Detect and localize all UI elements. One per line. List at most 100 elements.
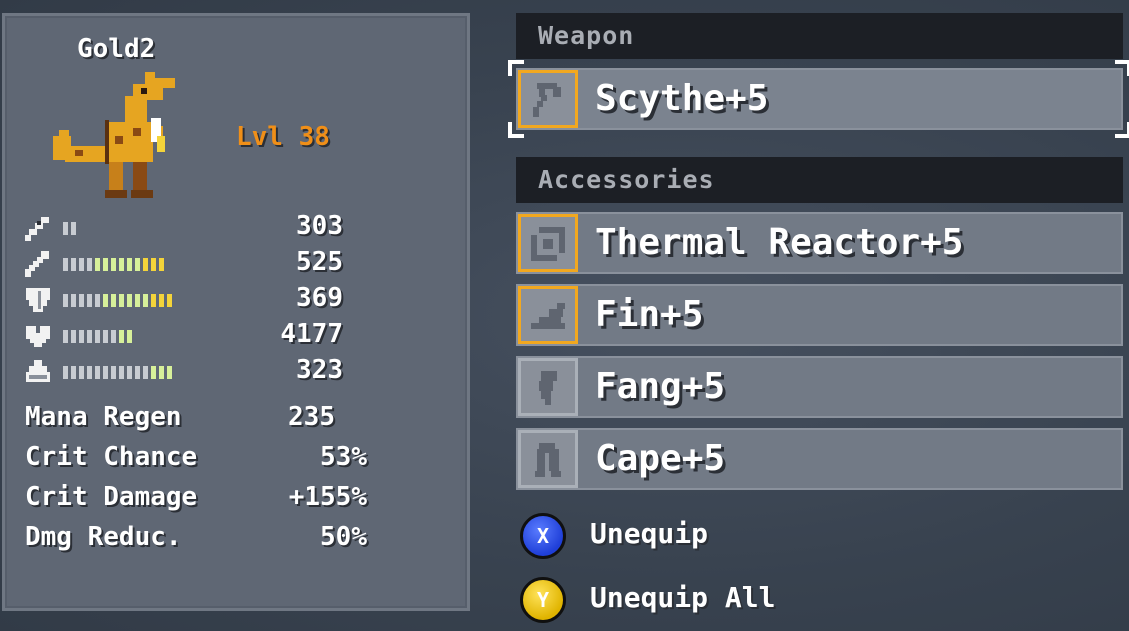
stat-bar-segment xyxy=(79,258,84,271)
stat-bar xyxy=(63,330,132,343)
accessory-slot-thermal-reactor[interactable]: Thermal Reactor+5 xyxy=(516,212,1123,274)
extra-stat-row: Crit Damage +155% xyxy=(23,482,367,518)
accessory-name: Fang+5 xyxy=(595,366,726,407)
unequip-all-action[interactable]: Y Unequip All xyxy=(520,577,880,623)
stat-bar-segment xyxy=(111,258,116,271)
stat-value: 303 xyxy=(296,211,343,241)
stat-bar-segment xyxy=(159,366,164,379)
unequip-label: Unequip xyxy=(590,517,709,550)
stat-bar-segment xyxy=(151,366,156,379)
extra-stat-row: Dmg Reduc. 50% xyxy=(23,522,367,558)
stat-bar-segment xyxy=(159,294,164,307)
accessory-slot-fin[interactable]: Fin+5 xyxy=(516,284,1123,346)
stat-bar-segment xyxy=(87,330,92,343)
stat-bar-segment xyxy=(63,294,68,307)
stat-bar-segment xyxy=(71,366,76,379)
stat-bar-segment xyxy=(111,366,116,379)
selection-corner xyxy=(508,122,524,138)
stat-bar-segment xyxy=(95,366,100,379)
stat-bar-segment xyxy=(103,294,108,307)
stat-bar-segment xyxy=(135,258,140,271)
stat-bar-segment xyxy=(87,366,92,379)
wand-icon xyxy=(23,249,53,279)
accessory-slot-cape[interactable]: Cape+5 xyxy=(516,428,1123,490)
stat-bar xyxy=(63,258,164,271)
stat-bar-segment xyxy=(151,294,156,307)
stat-row-attack: 303 xyxy=(23,211,343,245)
stat-value: 4177 xyxy=(280,319,343,349)
stat-bar-segment xyxy=(63,366,68,379)
extra-stat-row: Mana Regen 235 xyxy=(23,402,367,438)
potion-icon xyxy=(23,357,53,387)
character-stats-panel: Gold2 Lvl 38 303 525 369 4177 323 Mana R… xyxy=(2,13,470,611)
fin-icon xyxy=(518,286,578,344)
accessory-name: Cape+5 xyxy=(595,438,726,479)
character-level: Lvl 38 xyxy=(236,122,330,152)
stat-bar xyxy=(63,294,172,307)
stat-value: 369 xyxy=(296,283,343,313)
stat-bar-segment xyxy=(135,294,140,307)
weapon-name: Scythe+5 xyxy=(595,78,769,119)
stat-bar-segment xyxy=(103,366,108,379)
shield-icon xyxy=(23,285,53,315)
stat-bar-segment xyxy=(103,258,108,271)
stat-bar-segment xyxy=(143,258,148,271)
stat-bar-segment xyxy=(103,330,108,343)
accessory-slot-fang[interactable]: Fang+5 xyxy=(516,356,1123,418)
extra-stat-value: 235 xyxy=(288,402,335,432)
scythe-icon xyxy=(518,70,578,128)
extra-stat-label: Crit Damage xyxy=(25,482,198,512)
x-button-icon[interactable]: X xyxy=(520,513,566,559)
selection-corner xyxy=(1115,60,1129,76)
extra-stat-row: Crit Chance 53% xyxy=(23,442,367,478)
stat-bar-segment xyxy=(95,294,100,307)
stat-bar-segment xyxy=(119,330,124,343)
weapon-section-header: Weapon xyxy=(516,13,1123,59)
y-button-icon[interactable]: Y xyxy=(520,577,566,623)
sword-icon xyxy=(23,213,53,243)
stat-bar-segment xyxy=(79,330,84,343)
stat-bar-segment xyxy=(127,366,132,379)
extra-stat-value: 53% xyxy=(320,442,367,472)
stat-bar-segment xyxy=(63,222,68,235)
accessory-name: Fin+5 xyxy=(595,294,704,335)
stat-bar-segment xyxy=(71,294,76,307)
heart-icon xyxy=(23,321,53,351)
stat-bar-segment xyxy=(71,330,76,343)
stat-row-magic: 525 xyxy=(23,247,343,281)
stat-bar-segment xyxy=(63,330,68,343)
accessory-name: Thermal Reactor+5 xyxy=(595,222,964,263)
weapon-slot[interactable]: Scythe+5 xyxy=(508,60,1129,138)
stat-bar-segment xyxy=(71,222,76,235)
stat-bar-segment xyxy=(167,366,172,379)
extra-stat-value: 50% xyxy=(320,522,367,552)
fang-icon xyxy=(518,358,578,416)
unequip-action[interactable]: X Unequip xyxy=(520,513,880,559)
stat-bar-segment xyxy=(135,366,140,379)
stat-bar-segment xyxy=(119,258,124,271)
stat-value: 323 xyxy=(296,355,343,385)
stat-bar-segment xyxy=(159,258,164,271)
reactor-icon xyxy=(518,214,578,272)
extra-stat-label: Dmg Reduc. xyxy=(25,522,182,552)
stat-bar xyxy=(63,366,172,379)
stat-bar-segment xyxy=(111,330,116,343)
stat-bar-segment xyxy=(79,366,84,379)
stat-bar-segment xyxy=(87,294,92,307)
extra-stat-value: +155% xyxy=(288,482,367,512)
stat-value: 525 xyxy=(296,247,343,277)
stat-row-health: 4177 xyxy=(23,319,343,353)
stat-bar-segment xyxy=(167,294,172,307)
selection-corner xyxy=(1115,122,1129,138)
stat-bar-segment xyxy=(143,366,148,379)
stat-bar xyxy=(63,222,76,235)
stat-bar-segment xyxy=(111,294,116,307)
stat-bar-segment xyxy=(119,366,124,379)
stat-bar-segment xyxy=(143,294,148,307)
stat-bar-segment xyxy=(79,294,84,307)
dinosaur-character-sprite xyxy=(45,66,185,211)
stat-bar-segment xyxy=(127,258,132,271)
cape-icon xyxy=(518,430,578,488)
stat-bar-segment xyxy=(151,258,156,271)
selection-corner xyxy=(508,60,524,76)
